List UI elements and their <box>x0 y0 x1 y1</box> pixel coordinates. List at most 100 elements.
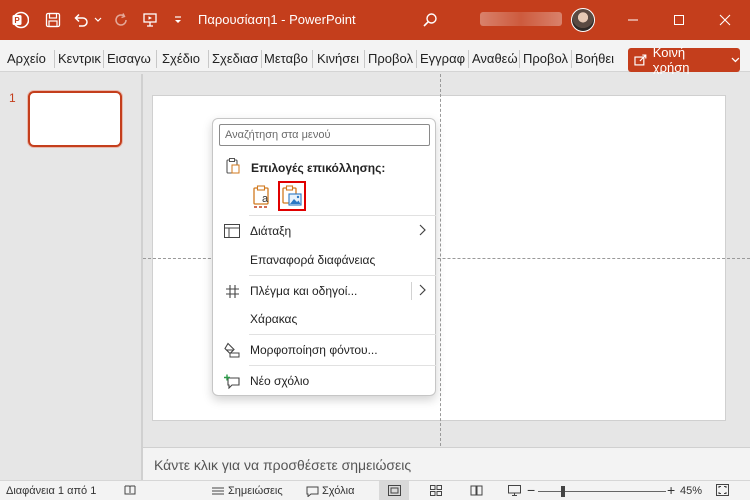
tab-file[interactable]: Αρχείο <box>7 40 53 72</box>
tab-divider <box>54 50 55 68</box>
notes-toggle[interactable]: Σημειώσεις <box>211 485 283 497</box>
paste-icon <box>224 158 242 174</box>
tab-divider <box>208 50 209 68</box>
undo-dropdown-icon[interactable] <box>93 8 103 32</box>
menu-item-layout[interactable]: Διάταξη <box>212 219 436 243</box>
menu-item-label: Πλέγμα και οδηγοί... <box>250 284 358 298</box>
tab-draw[interactable]: Σχέδιο <box>162 40 206 72</box>
new-comment-icon <box>223 373 241 389</box>
tab-divider <box>519 50 520 68</box>
slide-thumbnail-pane: 1 <box>0 74 140 480</box>
tab-design[interactable]: Σχεδιασ <box>212 40 260 72</box>
tab-animations[interactable]: Κινήσει <box>317 40 363 72</box>
menu-item-grid-and-guides[interactable]: Πλέγμα και οδηγοί... <box>212 279 436 303</box>
tab-divider <box>261 50 262 68</box>
accessibility-icon[interactable] <box>124 484 136 496</box>
submenu-arrow-icon <box>419 224 426 236</box>
tab-divider <box>364 50 365 68</box>
share-icon <box>634 54 647 66</box>
fit-to-window-icon <box>716 484 729 496</box>
menu-item-label: Μορφοποίηση φόντου... <box>250 343 378 357</box>
share-label: Κοινή χρήση <box>652 45 690 75</box>
save-icon[interactable] <box>42 8 64 32</box>
submenu-arrow-icon[interactable] <box>417 283 427 297</box>
tab-record[interactable]: Εγγραφ <box>420 40 467 72</box>
comments-label: Σχόλια <box>322 485 355 497</box>
zoom-level[interactable]: 45% <box>680 485 702 497</box>
paste-as-picture-button[interactable] <box>278 181 306 211</box>
slide-count: Διαφάνεια 1 από 1 <box>6 485 97 497</box>
notes-placeholder: Κάντε κλικ για να προσθέσετε σημειώσεις <box>154 457 412 473</box>
vertical-guide[interactable] <box>440 74 441 446</box>
svg-text:P: P <box>14 16 20 25</box>
slide-sorter-button[interactable] <box>430 485 442 496</box>
powerpoint-logo-icon: P <box>8 8 32 32</box>
menu-separator <box>249 275 436 276</box>
format-background-icon <box>223 342 241 358</box>
tab-divider <box>571 50 572 68</box>
menu-item-label: Διάταξη <box>250 224 292 238</box>
share-dropdown-icon <box>731 57 740 63</box>
status-bar: Διαφάνεια 1 από 1 Σημειώσεις Σχόλια − + … <box>0 480 750 500</box>
menu-item-label: Χάρακας <box>250 312 298 326</box>
reading-view-icon <box>470 485 483 496</box>
menu-search-input[interactable] <box>219 124 430 146</box>
paste-picture-icon <box>282 185 302 206</box>
menu-item-label: Επαναφορά διαφάνειας <box>250 253 376 267</box>
avatar[interactable] <box>571 8 595 32</box>
tab-divider <box>156 50 157 68</box>
tab-view[interactable]: Προβολ <box>523 40 569 72</box>
svg-text:a: a <box>262 193 269 205</box>
share-button[interactable]: Κοινή χρήση <box>628 45 740 75</box>
tab-home[interactable]: Κεντρικ <box>58 40 102 72</box>
slideshow-button[interactable] <box>508 485 521 496</box>
menu-item-reset-slide[interactable]: Επαναφορά διαφάνειας <box>212 248 436 272</box>
tab-review[interactable]: Αναθεώ <box>472 40 517 72</box>
menu-separator <box>249 365 436 366</box>
normal-view-icon <box>387 485 401 496</box>
tab-insert[interactable]: Εισαγω <box>107 40 152 72</box>
notes-label: Σημειώσεις <box>228 485 283 497</box>
search-icon[interactable] <box>418 8 442 32</box>
paste-text-only-icon: a <box>253 185 269 208</box>
normal-view-button[interactable] <box>379 481 409 500</box>
grid-icon <box>223 283 241 299</box>
split-divider <box>411 282 412 300</box>
redo-icon[interactable] <box>110 8 132 32</box>
slide-number: 1 <box>9 91 16 105</box>
menu-separator <box>249 334 436 335</box>
slideshow-icon <box>508 485 521 496</box>
title-bar: P Παρουσίαση1 - PowerPoint <box>0 0 750 40</box>
menu-item-format-background[interactable]: Μορφοποίηση φόντου... <box>212 338 436 362</box>
fit-slide-button[interactable] <box>716 484 729 496</box>
zoom-slider-thumb[interactable] <box>560 486 565 497</box>
paste-keep-text-only-button[interactable]: a <box>249 181 275 211</box>
menu-item-ruler[interactable]: Χάρακας <box>212 307 436 331</box>
present-from-start-icon[interactable] <box>139 8 161 32</box>
zoom-in-button[interactable]: + <box>667 482 675 498</box>
tab-divider <box>103 50 104 68</box>
comments-toggle[interactable]: Σχόλια <box>306 485 355 497</box>
zoom-slider[interactable] <box>538 491 666 492</box>
menu-item-new-comment[interactable]: Νέο σχόλιο <box>212 369 436 393</box>
close-button[interactable] <box>702 0 748 40</box>
tab-transitions[interactable]: Μεταβο <box>264 40 310 72</box>
reading-view-button[interactable] <box>470 485 483 496</box>
tab-slideshow[interactable]: Προβολ <box>368 40 414 72</box>
tab-divider <box>416 50 417 68</box>
undo-icon[interactable] <box>70 8 92 32</box>
zoom-out-button[interactable]: − <box>527 482 535 498</box>
zoom-in-icon: + <box>667 482 676 498</box>
window-title: Παρουσίαση1 - PowerPoint <box>198 12 356 27</box>
account-name-redacted <box>480 12 562 26</box>
notes-pane[interactable]: Κάντε κλικ για να προσθέσετε σημειώσεις <box>143 447 750 480</box>
maximize-button[interactable] <box>656 0 702 40</box>
slide-thumbnail[interactable] <box>28 91 122 147</box>
zoom-out-icon: − <box>527 482 536 498</box>
customize-toolbar-icon[interactable] <box>170 8 186 32</box>
layout-icon <box>223 223 241 239</box>
minimize-button[interactable] <box>610 0 656 40</box>
slide-sorter-icon <box>430 485 442 496</box>
tab-help[interactable]: Βοήθει <box>575 40 621 72</box>
tab-divider <box>312 50 313 68</box>
